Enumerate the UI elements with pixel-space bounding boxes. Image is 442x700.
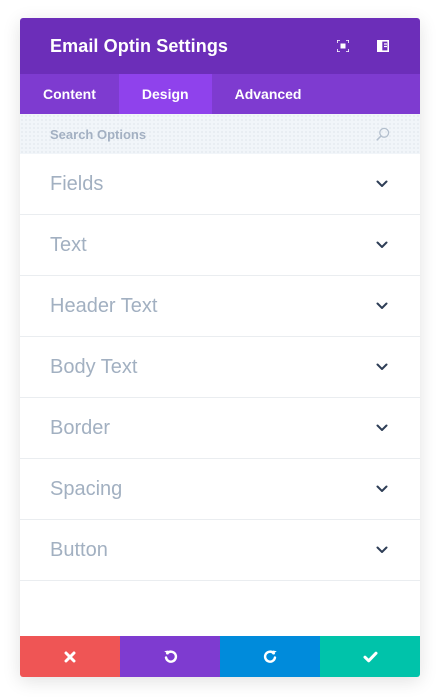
- option-groups: Fields Text Header Text Body Text Border…: [20, 154, 420, 581]
- chevron-down-icon: [376, 241, 388, 248]
- section-label: Spacing: [50, 477, 123, 500]
- redo-icon: [263, 650, 277, 663]
- settings-modal: Email Optin Settings Content Design Adva…: [20, 18, 420, 677]
- section-header-text[interactable]: Header Text: [20, 276, 420, 337]
- tab-bar: Content Design Advanced: [20, 74, 420, 114]
- section-label: Text: [50, 233, 87, 256]
- modal-header: Email Optin Settings: [20, 18, 420, 74]
- section-spacing[interactable]: Spacing: [20, 459, 420, 520]
- chevron-down-icon: [376, 363, 388, 370]
- tab-content[interactable]: Content: [20, 74, 119, 114]
- modal-title: Email Optin Settings: [50, 35, 229, 56]
- undo-icon: [163, 650, 177, 663]
- section-label: Body Text: [50, 355, 138, 378]
- tab-advanced[interactable]: Advanced: [212, 74, 325, 114]
- search-icon[interactable]: [376, 127, 390, 141]
- section-border[interactable]: Border: [20, 398, 420, 459]
- modal-footer: [20, 636, 420, 677]
- save-button[interactable]: [320, 636, 420, 677]
- section-button[interactable]: Button: [20, 520, 420, 581]
- check-icon: [363, 651, 377, 662]
- tab-design[interactable]: Design: [118, 74, 212, 114]
- section-label: Border: [50, 416, 111, 439]
- section-label: Button: [50, 538, 108, 561]
- section-text[interactable]: Text: [20, 215, 420, 276]
- sidebar-toggle-icon[interactable]: [376, 39, 390, 53]
- undo-button[interactable]: [120, 636, 220, 677]
- close-icon: [64, 651, 76, 662]
- section-body-text[interactable]: Body Text: [20, 337, 420, 398]
- redo-button[interactable]: [220, 636, 320, 677]
- chevron-down-icon: [376, 302, 388, 309]
- chevron-down-icon: [376, 424, 388, 431]
- chevron-down-icon: [376, 546, 388, 553]
- search-bar: [20, 114, 420, 154]
- discard-button[interactable]: [20, 636, 120, 677]
- chevron-down-icon: [376, 485, 388, 492]
- search-input[interactable]: [50, 126, 376, 142]
- section-label: Fields: [50, 172, 104, 195]
- section-label: Header Text: [50, 294, 158, 317]
- expand-icon[interactable]: [336, 39, 350, 53]
- chevron-down-icon: [376, 180, 388, 187]
- section-fields[interactable]: Fields: [20, 154, 420, 215]
